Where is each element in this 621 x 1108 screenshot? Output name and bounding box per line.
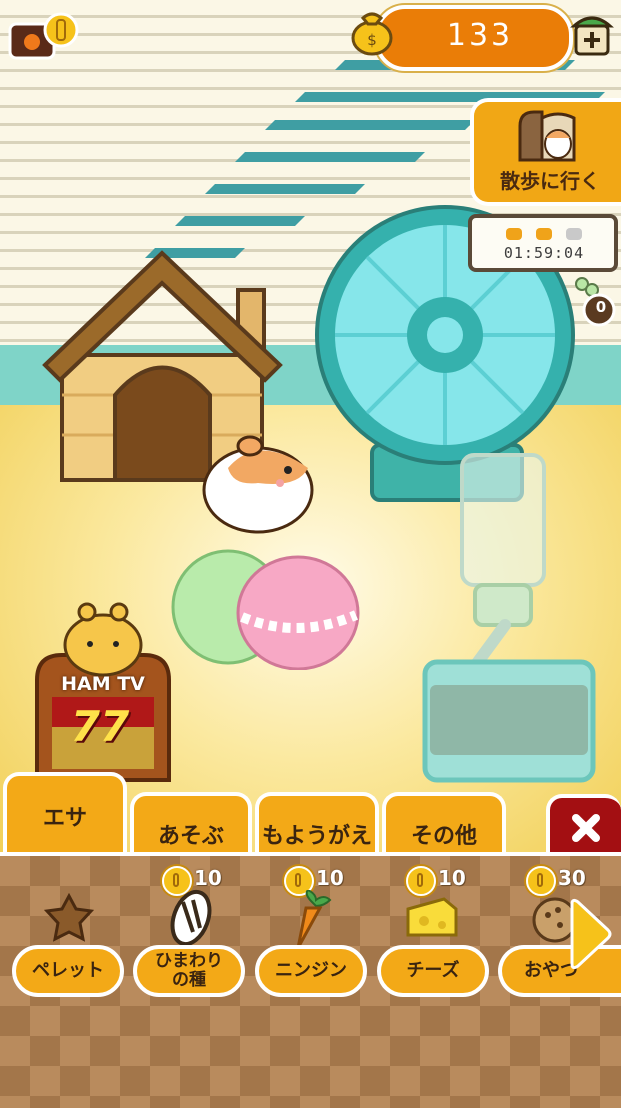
macaron-cushion[interactable] <box>170 545 365 670</box>
item-label: ひまわり <box>155 951 223 972</box>
walk-timer <box>468 214 618 272</box>
item-label: ペレット <box>32 960 104 982</box>
item-sunflower-seed-button[interactable]: ひまわり の種 <box>133 945 245 997</box>
pellet-icon <box>44 893 94 942</box>
item-cheese-button[interactable]: チーズ <box>377 945 489 997</box>
coin-icon <box>526 866 556 896</box>
item-label: ニンジン <box>275 960 347 982</box>
close-icon <box>571 814 600 842</box>
stair-step <box>265 120 475 130</box>
stair-step <box>235 152 425 162</box>
walk-counter-value: 0 <box>595 298 607 316</box>
item-pellet-button[interactable]: ペレット <box>12 945 124 997</box>
coin-icon <box>43 12 79 48</box>
tab-remodel[interactable]: もようがえ <box>255 792 379 858</box>
stair-step <box>205 184 365 194</box>
hamster[interactable] <box>198 428 323 538</box>
tab-label: その他 <box>410 824 477 849</box>
ham-tv-screen: 77 <box>70 702 130 751</box>
stair-step <box>175 216 305 226</box>
item-carrot-button[interactable]: ニンジン <box>255 945 367 997</box>
coin-icon <box>406 866 436 896</box>
cheese-icon <box>406 897 458 937</box>
item-price: 10 <box>316 866 344 890</box>
tab-food[interactable]: エサ <box>3 772 127 862</box>
tab-label: もようがえ <box>261 824 372 849</box>
progress-dot-empty <box>566 228 582 240</box>
tab-label: あそぶ <box>157 824 224 849</box>
money-bag-icon: $ <box>351 12 393 56</box>
item-label: チーズ <box>406 960 460 982</box>
ham-tv-label: HAM TV <box>61 673 145 695</box>
walk-label: 散歩に行く <box>500 169 600 193</box>
shop-button[interactable] <box>570 10 614 58</box>
currency-amount: 133 <box>446 18 514 53</box>
door-hamster-icon <box>518 110 576 162</box>
progress-dot-filled <box>536 228 552 240</box>
item-price: 30 <box>558 866 586 890</box>
sunflower-seed-icon <box>170 889 212 947</box>
item-price: 10 <box>438 866 466 890</box>
progress-dot-filled <box>506 228 522 240</box>
water-bottle[interactable] <box>420 450 600 790</box>
svg-text:$: $ <box>367 31 377 49</box>
camera-button[interactable] <box>6 8 82 64</box>
item-label: の種 <box>172 970 206 990</box>
timer-text: 01:59:04 <box>503 244 585 262</box>
tab-other[interactable]: その他 <box>382 792 506 858</box>
tab-label: エサ <box>42 806 87 831</box>
carrot-icon <box>296 890 332 949</box>
item-price: 10 <box>194 866 222 890</box>
tab-play[interactable]: あそぶ <box>130 792 252 858</box>
close-tab-button[interactable] <box>546 794 621 858</box>
next-arrow-icon[interactable] <box>566 898 612 970</box>
